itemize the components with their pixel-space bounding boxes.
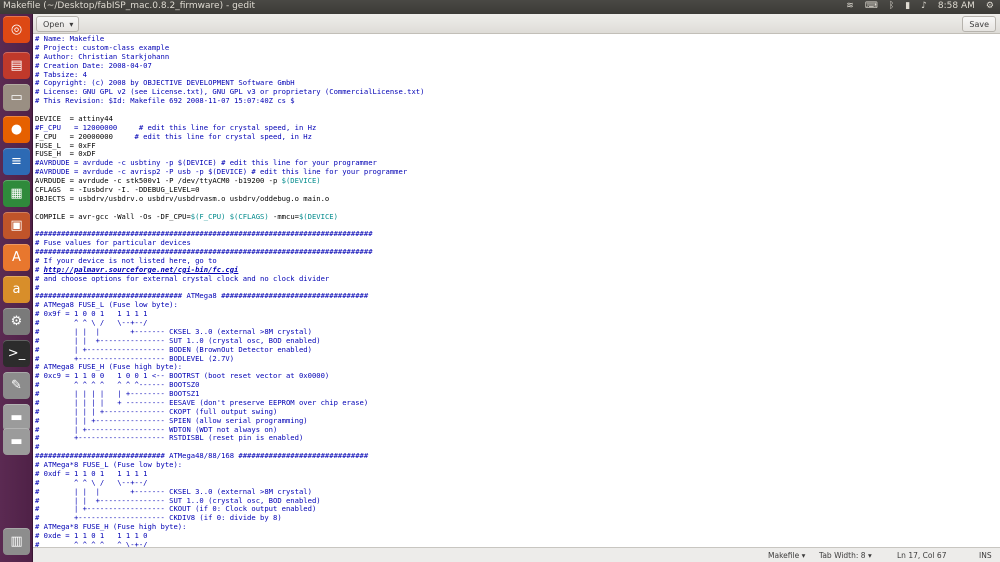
text-editor[interactable]: # Name: Makefile # Project: custom-class … <box>33 35 1000 547</box>
status-bar: Makefile ▾ Tab Width: 8 ▾ Ln 17, Col 67 … <box>33 547 1000 562</box>
header-bar: Open ▾ Save <box>33 14 1000 34</box>
insert-mode: INS <box>979 551 992 560</box>
file-manager-icon[interactable]: ▤ <box>3 52 30 79</box>
tab-width-selector[interactable]: Tab Width: 8 ▾ <box>819 551 872 560</box>
tab-width-label: Tab Width: 8 <box>819 551 866 560</box>
fuse-calculator-link[interactable]: http://palmavr.sourceforge.net/cgi-bin/f… <box>44 265 239 274</box>
firefox-icon[interactable]: ● <box>3 116 30 143</box>
libreoffice-impress-icon[interactable]: ▣ <box>3 212 30 239</box>
system-settings-icon[interactable]: ⚙ <box>3 308 30 335</box>
code-line[interactable]: # Creation Date: 2008-04-07 <box>35 61 424 71</box>
code-line[interactable]: # and choose options for external crysta… <box>35 274 424 284</box>
launcher: ◎ ▤ ▭ ● ≡ ▦ ▣ Aa ⚙ >_ ✎ ▬ ▬ ▥ <box>0 14 33 562</box>
indicator-area: ≋ ⌨ ᛒ ▮ ♪ 8:58 AM ⚙ <box>846 1 994 11</box>
chevron-down-icon: ▾ <box>69 19 74 29</box>
language-label: Makefile <box>768 551 800 560</box>
volume-icon[interactable]: ♪ <box>921 1 927 11</box>
gear-icon[interactable]: ⚙ <box>986 1 994 11</box>
battery-icon[interactable]: ▮ <box>905 1 910 11</box>
open-label: Open <box>43 19 65 29</box>
save-label: Save <box>969 19 989 29</box>
bluetooth-icon[interactable]: ᛒ <box>889 1 894 11</box>
drive-icon[interactable]: ▬ <box>3 404 30 431</box>
save-button[interactable]: Save <box>962 16 996 32</box>
dash-home-icon[interactable]: ◎ <box>3 16 30 43</box>
amazon-icon[interactable]: a <box>3 276 30 303</box>
top-panel: Makefile (~/Desktop/fabISP_mac.0.8.2_fir… <box>0 0 1000 14</box>
window-title: Makefile (~/Desktop/fabISP_mac.0.8.2_fir… <box>3 1 256 11</box>
wifi-icon[interactable]: ≋ <box>846 1 854 11</box>
code-line[interactable]: # This Revision: $Id: Makefile 692 2008-… <box>35 96 424 106</box>
libreoffice-writer-icon[interactable]: ≡ <box>3 148 30 175</box>
code-view[interactable]: # Name: Makefile # Project: custom-class … <box>35 35 424 547</box>
trash-icon[interactable]: ▥ <box>3 528 30 555</box>
keyboard-icon[interactable]: ⌨ <box>865 1 878 11</box>
terminal-icon[interactable]: >_ <box>3 340 30 367</box>
cursor-position: Ln 17, Col 67 <box>897 551 947 560</box>
files-icon[interactable]: ▭ <box>3 84 30 111</box>
software-center-icon[interactable]: A <box>3 244 30 271</box>
code-line[interactable]: OBJECTS = usbdrv/usbdrv.o usbdrv/usbdrva… <box>35 194 424 204</box>
language-selector[interactable]: Makefile ▾ <box>768 551 805 560</box>
text-editor-icon[interactable]: ✎ <box>3 372 30 399</box>
code-line[interactable]: COMPILE = avr-gcc -Wall -Os -DF_CPU=$(F_… <box>35 212 424 222</box>
drive-icon[interactable]: ▬ <box>3 428 30 455</box>
libreoffice-calc-icon[interactable]: ▦ <box>3 180 30 207</box>
open-button[interactable]: Open ▾ <box>36 16 79 32</box>
clock[interactable]: 8:58 AM <box>938 1 975 11</box>
code-line[interactable]: # +-------------------- RSTDISBL (reset … <box>35 433 424 443</box>
